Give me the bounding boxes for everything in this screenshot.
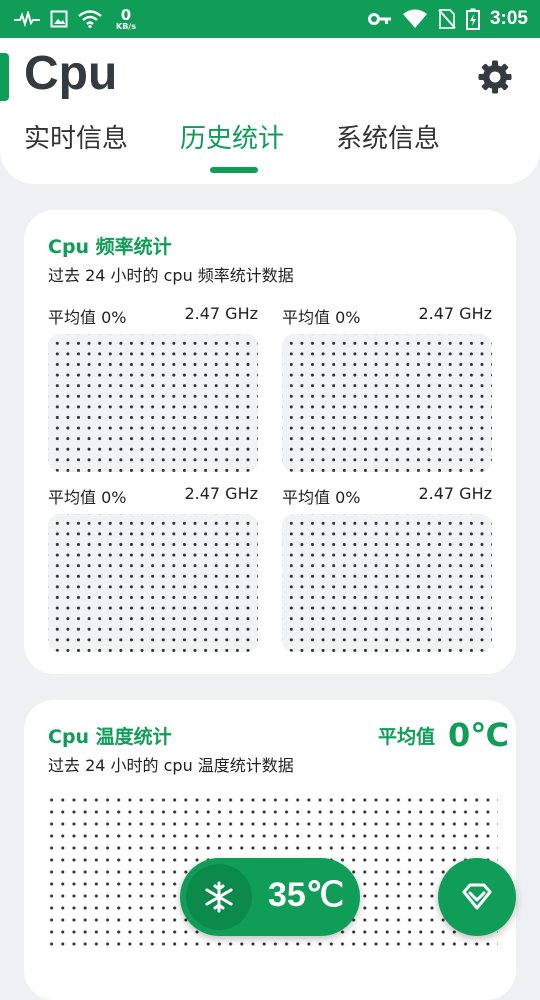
- cpu-frequency-card: Cpu 频率统计 过去 24 小时的 cpu 频率统计数据 平均值 0% 2.4…: [24, 210, 516, 674]
- current-temperature: 35℃: [268, 876, 345, 914]
- status-time: 3:05: [489, 8, 528, 29]
- core-frequency: 2.47 GHz: [418, 304, 492, 323]
- net-speed-unit: KB/s: [116, 21, 136, 31]
- cpu-temperature-card: Cpu 温度统计 过去 24 小时的 cpu 温度统计数据 平均值 0℃: [24, 700, 516, 1000]
- core-frequency-graph: [282, 334, 492, 472]
- diamond-check-icon: [462, 883, 492, 910]
- status-bar: 0 KB/s 3:05: [0, 0, 540, 38]
- tab-system-info[interactable]: 系统信息: [336, 118, 440, 155]
- activity-pulse-icon: [14, 11, 40, 27]
- temperature-average-label: 平均值: [378, 726, 436, 748]
- battery-charging-icon: [465, 8, 480, 30]
- core-average: 平均值 0%: [48, 308, 127, 327]
- frequency-card-subtitle: 过去 24 小时的 cpu 频率统计数据: [48, 266, 294, 285]
- title-accent-bar: [0, 53, 9, 101]
- core-frequency-graph: [282, 514, 492, 652]
- no-sim-icon: [438, 9, 456, 29]
- core-frequency: 2.47 GHz: [184, 484, 258, 503]
- app-title: Cpu: [24, 47, 118, 100]
- temperature-card-title: Cpu 温度统计: [48, 726, 172, 748]
- core-frequency: 2.47 GHz: [184, 304, 258, 323]
- core-frequency: 2.47 GHz: [418, 484, 492, 503]
- app-header: Cpu 实时信息 历史统计 系统信息: [0, 38, 540, 184]
- settings-button[interactable]: [477, 59, 513, 95]
- temperature-average-value: 0℃: [448, 716, 510, 754]
- image-icon: [50, 10, 68, 28]
- net-speed-value: 0: [120, 5, 132, 24]
- temperature-card-subtitle: 过去 24 小时的 cpu 温度统计数据: [48, 756, 294, 775]
- tab-realtime[interactable]: 实时信息: [24, 118, 128, 155]
- cooling-icon-circle: [186, 864, 252, 930]
- tab-history[interactable]: 历史统计: [180, 118, 284, 155]
- gear-icon: [478, 60, 512, 94]
- snowflake-icon: [205, 881, 233, 913]
- core-frequency-graph: [48, 514, 258, 652]
- core-frequency-graph: [48, 334, 258, 472]
- boost-button[interactable]: [438, 858, 516, 936]
- wifi-signal-icon: [402, 9, 428, 29]
- wifi-icon: [78, 10, 102, 28]
- key-icon: [367, 12, 392, 26]
- core-average: 平均值 0%: [282, 488, 361, 507]
- network-speed: 0 KB/s: [116, 5, 136, 31]
- frequency-card-title: Cpu 频率统计: [48, 236, 172, 258]
- cooling-button[interactable]: 35℃: [180, 858, 360, 936]
- active-tab-indicator: [210, 167, 258, 173]
- core-average: 平均值 0%: [282, 308, 361, 327]
- core-average: 平均值 0%: [48, 488, 127, 507]
- tab-bar: 实时信息 历史统计 系统信息: [0, 118, 540, 178]
